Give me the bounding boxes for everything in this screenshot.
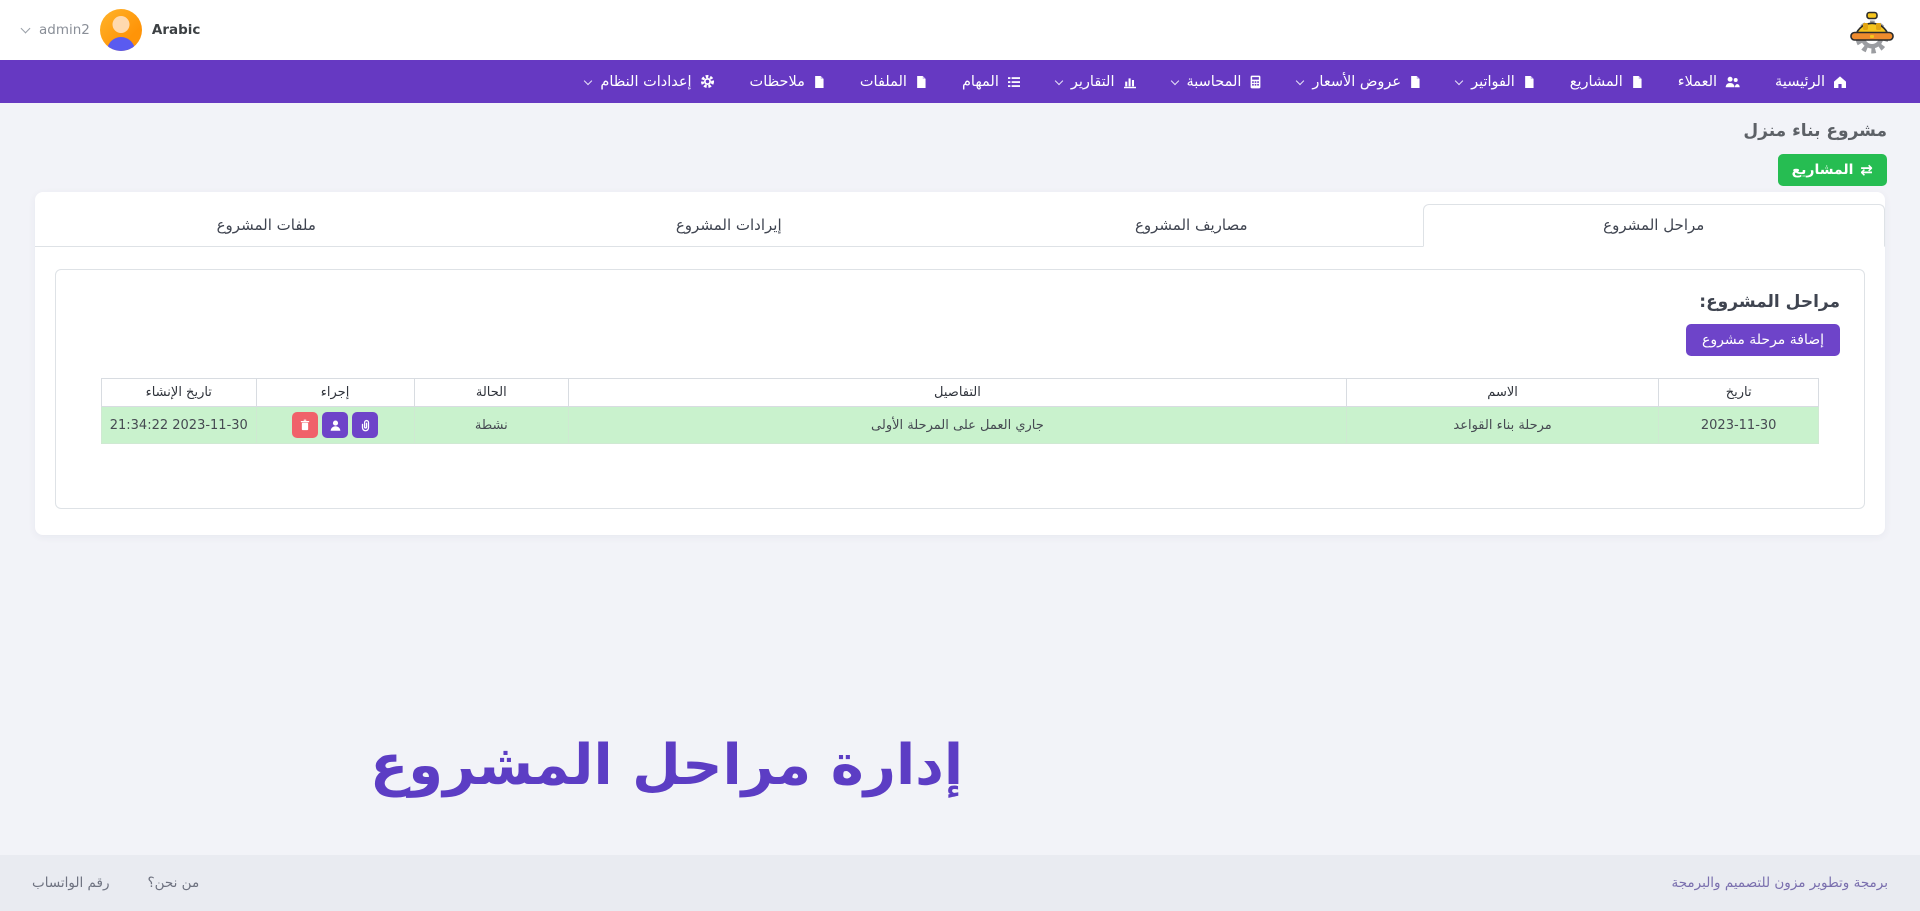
col-name: الاسم	[1346, 379, 1658, 407]
app-logo-helmet-gear-icon	[1846, 4, 1898, 56]
cell-status: نشطة	[414, 407, 569, 444]
assign-user-button[interactable]	[322, 412, 348, 438]
main-navbar: الرئيسية العملاء المشاريع الفواتير عروض …	[0, 60, 1920, 103]
chevron-down-icon	[1455, 76, 1463, 84]
tab-project-files[interactable]: ملفات المشروع	[35, 204, 498, 247]
tab-project-expenses[interactable]: مصاريف المشروع	[960, 204, 1423, 247]
file-icon	[1522, 74, 1536, 90]
bar-chart-icon	[1122, 74, 1138, 90]
chevron-down-icon	[1296, 76, 1304, 84]
chevron-down-icon	[584, 76, 592, 84]
nav-item-accounting[interactable]: المحاسبة	[1172, 74, 1264, 90]
nav-item-home[interactable]: الرئيسية	[1775, 74, 1848, 90]
col-action: إجراء	[256, 379, 414, 407]
avatar-head	[112, 16, 129, 33]
nav-item-invoices[interactable]: الفواتير	[1456, 74, 1536, 90]
cell-date: 2023-11-30	[1659, 407, 1819, 444]
person-icon	[328, 418, 343, 433]
paperclip-icon	[358, 418, 373, 433]
page-title: مشروع بناء منزل	[1743, 121, 1887, 141]
top-header-bar: admin2 Arabic	[0, 0, 1920, 60]
footer-link-about[interactable]: من نحن؟	[147, 875, 199, 891]
delete-button[interactable]	[292, 412, 318, 438]
file-icon	[1630, 74, 1644, 90]
trash-icon	[298, 418, 312, 432]
cell-created-at: 2023-11-30 21:34:22	[102, 407, 257, 444]
file-icon	[914, 74, 928, 90]
tasks-icon	[1006, 74, 1022, 90]
stages-panel: مراحل المشروع: إضافة مرحلة مشروع تاريخ ا…	[55, 269, 1865, 509]
footer-link-whatsapp[interactable]: رقم الواتساب	[32, 875, 109, 891]
swap-arrows-icon: ⇄	[1860, 163, 1873, 178]
cell-name: مرحلة بناء القواعد	[1346, 407, 1658, 444]
nav-item-price-quotes[interactable]: عروض الأسعار	[1297, 74, 1422, 90]
nav-item-clients[interactable]: العملاء	[1678, 74, 1741, 90]
chevron-down-icon	[1055, 76, 1063, 84]
nav-item-notes[interactable]: ملاحظات	[750, 74, 826, 90]
nav-item-reports[interactable]: التقارير	[1056, 74, 1138, 90]
nav-item-files[interactable]: الملفات	[860, 74, 928, 90]
tab-project-stages[interactable]: مراحل المشروع	[1423, 204, 1886, 247]
table-header-row: تاريخ الاسم التفاصيل الحالة إجراء تاريخ …	[102, 379, 1819, 407]
nav-item-projects[interactable]: المشاريع	[1570, 74, 1644, 90]
col-status: الحالة	[414, 379, 569, 407]
attachment-button[interactable]	[352, 412, 378, 438]
home-icon	[1832, 74, 1848, 90]
avatar[interactable]	[100, 9, 142, 51]
language-label: Arabic	[152, 22, 201, 38]
users-icon	[1724, 74, 1741, 90]
projects-button[interactable]: ⇄ المشاريع	[1778, 154, 1887, 186]
stages-heading: مراحل المشروع:	[56, 292, 1840, 312]
file-icon	[1408, 74, 1422, 90]
stages-table: تاريخ الاسم التفاصيل الحالة إجراء تاريخ …	[101, 378, 1819, 444]
footer-credit: برمجة وتطوير مزون للتصميم والبرمجة	[1671, 875, 1888, 891]
project-card: مراحل المشروع مصاريف المشروع إيرادات الم…	[35, 192, 1885, 535]
page-head: مشروع بناء منزل ⇄ المشاريع	[0, 103, 1920, 186]
table-row: 2023-11-30 مرحلة بناء القواعد جاري العمل…	[102, 407, 1819, 444]
cell-details: جاري العمل على المرحلة الأولى	[569, 407, 1347, 444]
tab-project-revenues[interactable]: إيرادات المشروع	[498, 204, 961, 247]
project-tabs: مراحل المشروع مصاريف المشروع إيرادات الم…	[35, 204, 1885, 247]
footer: رقم الواتساب من نحن؟ برمجة وتطوير مزون ل…	[0, 855, 1920, 911]
nav-item-tasks[interactable]: المهام	[962, 74, 1022, 90]
col-details: التفاصيل	[569, 379, 1347, 407]
col-created-at: تاريخ الإنشاء	[102, 379, 257, 407]
add-stage-button[interactable]: إضافة مرحلة مشروع	[1686, 324, 1840, 356]
chevron-down-icon	[1170, 76, 1178, 84]
avatar-body	[107, 37, 135, 51]
banner: إدارة مراحل المشروع	[0, 733, 1920, 798]
username-label: admin2	[39, 22, 90, 38]
col-date: تاريخ	[1659, 379, 1819, 407]
calculator-icon	[1248, 74, 1263, 90]
footer-links: رقم الواتساب من نحن؟	[32, 875, 199, 891]
user-menu[interactable]: admin2 Arabic	[22, 9, 200, 51]
chevron-down-icon	[21, 24, 31, 34]
nav-item-system-settings[interactable]: إعدادات النظام	[585, 73, 715, 90]
file-icon	[812, 74, 826, 90]
gear-icon	[699, 73, 716, 90]
banner-title: إدارة مراحل المشروع	[370, 733, 963, 798]
cell-actions	[256, 407, 414, 444]
